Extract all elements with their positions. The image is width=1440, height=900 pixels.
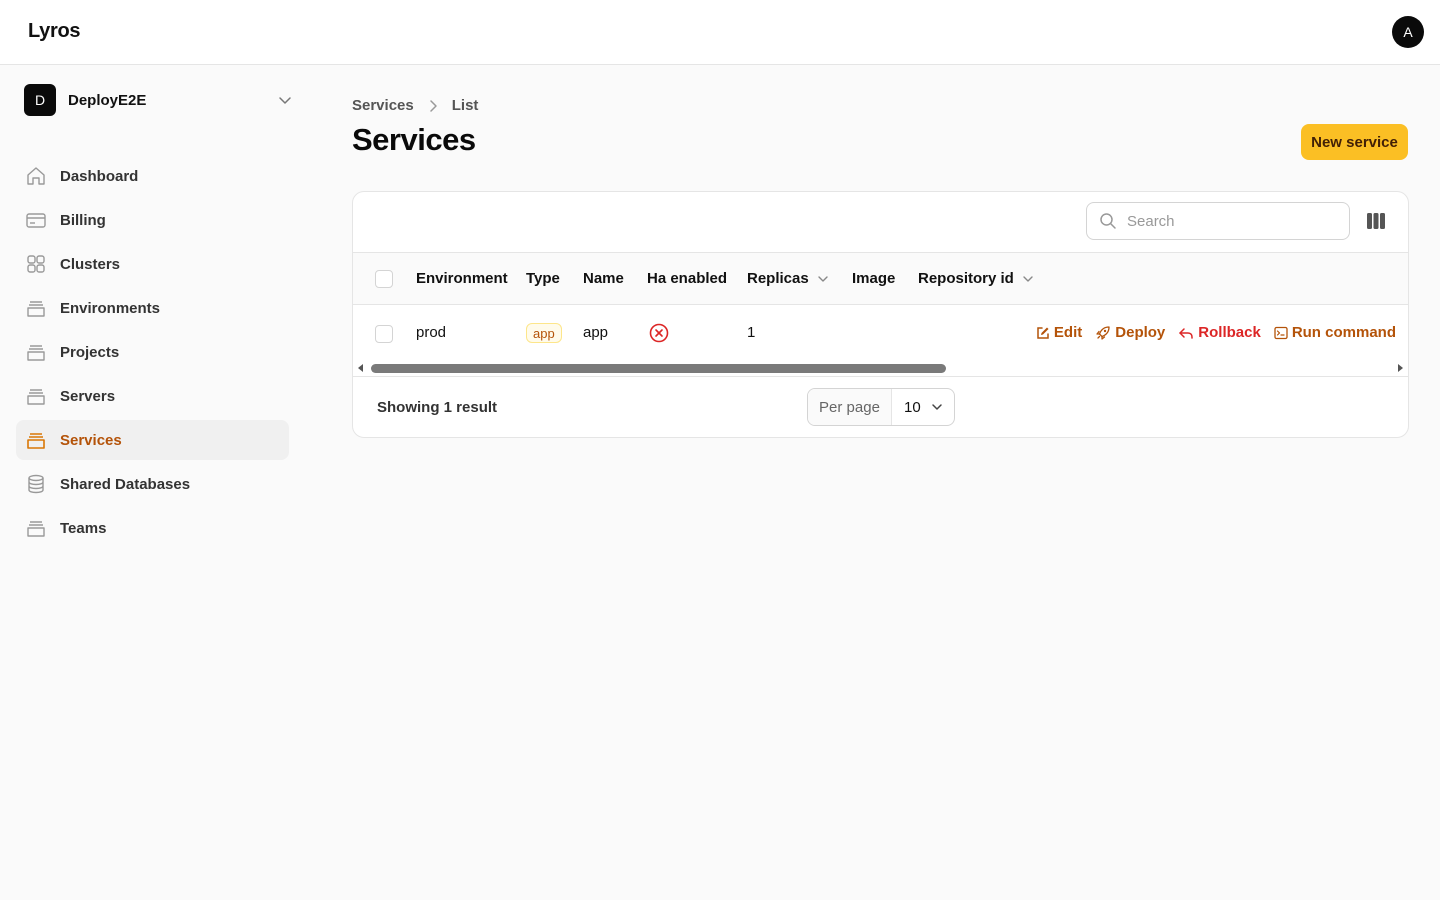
search-box[interactable] <box>1086 202 1350 240</box>
sidebar-item-label: Clusters <box>60 255 121 273</box>
row-checkbox[interactable] <box>375 325 393 343</box>
sidebar-item-label: Servers <box>60 387 116 405</box>
table-toolbar <box>353 192 1408 253</box>
chevron-down-icon <box>931 404 942 410</box>
column-header-repository-id[interactable]: Repository id <box>918 270 1034 287</box>
columns-toggle-icon[interactable] <box>1366 212 1386 230</box>
search-icon <box>1100 213 1116 229</box>
column-header-label: Environment <box>416 270 508 287</box>
tenant-avatar: D <box>24 84 56 116</box>
edit-action[interactable]: Edit <box>1036 324 1082 341</box>
column-header-environment: Environment <box>416 270 508 287</box>
run-command-label: Run command <box>1291 324 1396 341</box>
sidebar-item-billing[interactable]: Billing <box>16 200 289 240</box>
column-header-label: Replicas <box>747 270 809 287</box>
sidebar-item-label: Services <box>60 431 122 449</box>
database-icon <box>25 473 47 495</box>
edit-icon <box>1037 326 1049 339</box>
table-header: Environment Type Name Ha enabled Replica… <box>353 253 1408 305</box>
deploy-label: Deploy <box>1115 324 1166 341</box>
sidebar-item-label: Dashboard <box>60 167 139 185</box>
column-header-label: Ha enabled <box>647 270 728 287</box>
undo-icon <box>1179 327 1194 339</box>
brand-logo[interactable]: Lyros <box>28 20 81 43</box>
box-stack-icon <box>25 297 47 319</box>
sidebar-item-shared-databases[interactable]: Shared Databases <box>16 464 289 504</box>
new-service-button[interactable]: New service <box>1301 124 1408 160</box>
cell-environment: prod <box>416 324 447 341</box>
breadcrumb: Services List <box>352 97 478 114</box>
sidebar-item-projects[interactable]: Projects <box>16 332 289 372</box>
terminal-icon <box>1274 326 1288 339</box>
sidebar: D DeployE2E Dashboard Billing Clusters E… <box>0 65 305 900</box>
row-actions: Edit Deploy Rollback Run command <box>1023 324 1396 341</box>
x-circle-icon <box>649 323 669 343</box>
sidebar-item-environments[interactable]: Environments <box>16 288 289 328</box>
box-stack-icon <box>25 341 47 363</box>
breadcrumb-parent[interactable]: Services <box>352 97 414 114</box>
horizontal-scrollbar[interactable] <box>353 360 1408 377</box>
grid-icon <box>25 253 47 275</box>
cell-replicas: 1 <box>747 324 756 341</box>
select-all-checkbox[interactable] <box>375 270 393 288</box>
rocket-icon <box>1096 325 1110 340</box>
chevron-right-icon <box>426 99 440 113</box>
breadcrumb-current: List <box>451 97 479 114</box>
per-page-value: 10 <box>904 398 921 416</box>
sidebar-item-label: Environments <box>60 299 161 317</box>
edit-label: Edit <box>1053 324 1083 341</box>
per-page-label: Per page <box>808 389 892 425</box>
user-avatar[interactable]: A <box>1392 16 1424 48</box>
chevron-down-icon <box>279 97 291 104</box>
box-stack-icon <box>25 385 47 407</box>
box-stack-icon <box>25 429 47 451</box>
chevron-down-icon <box>818 275 828 282</box>
credit-card-icon <box>25 209 47 231</box>
sidebar-item-teams[interactable]: Teams <box>16 508 289 548</box>
sidebar-item-label: Shared Databases <box>60 475 191 493</box>
table-footer: Showing 1 result Per page 10 <box>353 378 1408 437</box>
tenant-name: DeployE2E <box>68 91 147 109</box>
sidebar-item-services[interactable]: Services <box>16 420 289 460</box>
per-page-control: Per page 10 <box>807 388 955 426</box>
top-bar: Lyros A <box>0 0 1440 65</box>
run-command-action[interactable]: Run command <box>1274 324 1396 341</box>
column-header-label: Image <box>852 270 896 287</box>
sidebar-nav: Dashboard Billing Clusters Environments … <box>16 156 289 552</box>
column-header-name: Name <box>583 270 624 287</box>
per-page-select[interactable]: 10 <box>892 389 954 425</box>
column-header-type: Type <box>526 270 560 287</box>
home-icon <box>25 165 47 187</box>
scroll-right-arrow-icon[interactable] <box>1396 364 1404 372</box>
sidebar-item-label: Teams <box>60 519 107 537</box>
sidebar-item-servers[interactable]: Servers <box>16 376 289 416</box>
rollback-label: Rollback <box>1198 324 1261 341</box>
chevron-down-icon <box>1023 275 1033 282</box>
sidebar-item-clusters[interactable]: Clusters <box>16 244 289 284</box>
scroll-left-arrow-icon[interactable] <box>357 364 365 372</box>
column-header-label: Repository id <box>918 270 1014 287</box>
box-stack-icon <box>25 517 47 539</box>
column-header-replicas[interactable]: Replicas <box>747 270 829 287</box>
search-input[interactable] <box>1127 212 1327 230</box>
rollback-action[interactable]: Rollback <box>1178 324 1261 341</box>
sidebar-item-label: Projects <box>60 343 120 361</box>
page-title: Services <box>352 122 476 157</box>
tenant-switcher[interactable]: D DeployE2E <box>24 84 296 116</box>
column-header-label: Type <box>526 270 560 287</box>
sidebar-item-dashboard[interactable]: Dashboard <box>16 156 289 196</box>
results-count: Showing 1 result <box>377 399 498 416</box>
column-header-image: Image <box>852 270 895 287</box>
services-table-card: Environment Type Name Ha enabled Replica… <box>352 191 1409 438</box>
scrollbar-thumb[interactable] <box>371 364 946 373</box>
cell-name: app <box>583 324 609 341</box>
column-header-ha-enabled: Ha enabled <box>647 270 727 287</box>
type-badge: app <box>526 323 562 343</box>
column-header-label: Name <box>583 270 624 287</box>
deploy-action[interactable]: Deploy <box>1095 324 1165 341</box>
sidebar-item-label: Billing <box>60 211 106 229</box>
